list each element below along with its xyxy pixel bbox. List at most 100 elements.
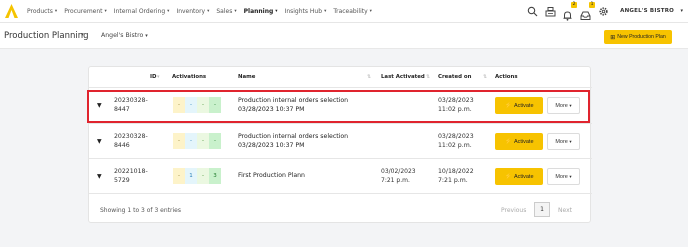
activations-bar: - 1 - 3 bbox=[173, 168, 221, 184]
activations-bar: - - - - bbox=[173, 97, 221, 113]
nav-item-insights-hub[interactable]: Insights Hub ▾ bbox=[285, 8, 327, 15]
sort-icon[interactable]: ⇅ bbox=[367, 74, 371, 80]
more-label: More bbox=[555, 173, 568, 180]
column-header-last-activated[interactable]: Last Activated bbox=[381, 74, 425, 80]
pagination-next[interactable]: Next bbox=[558, 207, 572, 214]
activate-label: Activate bbox=[513, 138, 534, 145]
activate-button[interactable]: ⚡ Activate bbox=[495, 97, 543, 114]
page-title: Production Planning bbox=[4, 31, 89, 41]
top-navigation: Products ▾ Procurement ▾ Internal Ordering… bbox=[0, 0, 688, 23]
activation-count: 1 bbox=[185, 168, 197, 184]
cash-register-icon[interactable] bbox=[545, 6, 556, 17]
chevron-down-icon[interactable]: ▾ bbox=[680, 8, 683, 14]
more-button[interactable]: More ▾ bbox=[547, 133, 580, 150]
chevron-down-icon: ▾ bbox=[569, 173, 572, 179]
activation-count: - bbox=[197, 168, 209, 184]
nav-item-planning[interactable]: Planning ▾ bbox=[244, 8, 278, 15]
activation-count: - bbox=[209, 97, 221, 113]
location-label: Angel's Bistro bbox=[101, 32, 144, 39]
chevron-down-icon: ▾ bbox=[54, 9, 58, 14]
activations-bar: - - - - bbox=[173, 133, 221, 149]
search-icon[interactable] bbox=[527, 6, 538, 17]
activation-count: - bbox=[173, 97, 185, 113]
sort-icon[interactable]: ⇅ bbox=[426, 74, 430, 80]
more-label: More bbox=[555, 138, 568, 145]
production-plans-table: ID ▾ Activations Name ⇅ Last Activated ⇅… bbox=[88, 66, 592, 223]
activation-count: - bbox=[173, 133, 185, 149]
plus-icon: ⊞ bbox=[610, 34, 616, 41]
expand-row-icon[interactable]: ▼ bbox=[97, 173, 102, 180]
plan-name[interactable]: Production internal orders selection 03/2… bbox=[238, 96, 348, 114]
bolt-icon: ⚡ bbox=[504, 103, 512, 109]
sort-desc-icon[interactable]: ▾ bbox=[157, 74, 160, 80]
more-button[interactable]: More ▾ bbox=[547, 97, 580, 114]
chevron-down-icon: ▾ bbox=[275, 9, 278, 14]
notifications-button[interactable]: 2 bbox=[562, 2, 577, 21]
new-production-plan-label: New Production Plan bbox=[617, 34, 666, 40]
bolt-icon: ⚡ bbox=[504, 139, 512, 145]
new-production-plan-button[interactable]: ⊞ New Production Plan bbox=[604, 30, 672, 44]
nav-item-sales[interactable]: Sales ▾ bbox=[216, 8, 236, 15]
plan-name[interactable]: Production internal orders selection 03/2… bbox=[238, 132, 348, 150]
plan-id: 20230328- 8446 bbox=[114, 133, 148, 149]
more-button[interactable]: More ▾ bbox=[547, 168, 580, 185]
chevron-down-icon: ▾ bbox=[167, 9, 170, 14]
chevron-down-icon: ▾ bbox=[207, 9, 210, 14]
nav-menu: Products ▾ Procurement ▾ Internal Ordering… bbox=[27, 0, 379, 23]
gear-icon[interactable] bbox=[598, 6, 609, 17]
sort-icon[interactable]: ⇅ bbox=[483, 74, 487, 80]
activation-count: - bbox=[185, 133, 197, 149]
table-row: ▼ 20230328- 8447 - - - - Production inter… bbox=[89, 88, 592, 122]
activate-button[interactable]: ⚡ Activate bbox=[495, 133, 543, 150]
plan-id: 20221018- 5729 bbox=[114, 168, 148, 184]
location-selector[interactable]: Angel's Bistro ▾ bbox=[101, 32, 148, 39]
pagination-previous[interactable]: Previous bbox=[501, 207, 526, 214]
column-header-created-on[interactable]: Created on bbox=[438, 74, 471, 80]
chevron-down-icon[interactable]: ▾ bbox=[81, 32, 84, 38]
user-menu-name[interactable]: ANGEL'S BISTRO bbox=[620, 8, 674, 14]
created-on: 03/28/2023 11:02 p.m. bbox=[438, 133, 474, 149]
last-activated: 03/02/2023 7:21 p.m. bbox=[381, 168, 416, 184]
nav-item-inventory[interactable]: Inventory ▾ bbox=[176, 8, 209, 15]
inbox-tray-icon bbox=[580, 11, 591, 20]
chevron-down-icon: ▾ bbox=[569, 138, 572, 144]
activate-button[interactable]: ⚡ Activate bbox=[495, 168, 543, 185]
created-on: 10/18/2022 7:21 p.m. bbox=[438, 168, 474, 184]
nav-item-procurement[interactable]: Procurement ▾ bbox=[64, 8, 107, 15]
bolt-icon: ⚡ bbox=[504, 174, 512, 180]
column-header-name[interactable]: Name bbox=[238, 74, 255, 80]
app-logo-icon[interactable] bbox=[5, 4, 18, 18]
column-header-activations: Activations bbox=[172, 74, 207, 80]
activation-count: 3 bbox=[209, 168, 221, 184]
page-header: Production Planning ▾ Angel's Bistro ▾ ⊞… bbox=[0, 23, 688, 49]
activate-label: Activate bbox=[513, 102, 534, 109]
chevron-down-icon: ▾ bbox=[104, 9, 107, 14]
nav-item-internal-ordering[interactable]: Internal Ordering ▾ bbox=[114, 8, 170, 15]
entries-summary: Showing 1 to 3 of 3 entries bbox=[100, 207, 181, 214]
expand-row-icon[interactable]: ▼ bbox=[97, 102, 102, 109]
nav-utilities: 2 1 ANGEL'S BISTRO ▾ bbox=[523, 0, 688, 23]
divider bbox=[89, 193, 592, 194]
chevron-down-icon: ▾ bbox=[324, 9, 327, 14]
nav-item-traceability[interactable]: Traceability ▾ bbox=[333, 8, 372, 15]
created-on: 03/28/2023 11:02 p.m. bbox=[438, 97, 474, 113]
more-label: More bbox=[555, 102, 568, 109]
chevron-down-icon: ▾ bbox=[234, 9, 237, 14]
notification-count-badge: 2 bbox=[571, 2, 577, 8]
pagination-page[interactable]: 1 bbox=[534, 202, 550, 217]
table-row: ▼ 20230328- 8446 - - - - Production inter… bbox=[89, 124, 592, 158]
bell-icon bbox=[563, 11, 572, 21]
plan-name[interactable]: First Production Plann bbox=[238, 171, 305, 180]
tray-count-badge: 1 bbox=[589, 2, 595, 8]
expand-row-icon[interactable]: ▼ bbox=[97, 138, 102, 145]
tray-button[interactable]: 1 bbox=[580, 2, 595, 20]
table-row: ▼ 20221018- 5729 - 1 - 3 First Production… bbox=[89, 159, 592, 193]
activation-count: - bbox=[209, 133, 221, 149]
activation-count: - bbox=[197, 133, 209, 149]
nav-item-products[interactable]: Products ▾ bbox=[27, 8, 57, 15]
column-header-id[interactable]: ID bbox=[150, 74, 156, 80]
plan-id: 20230328- 8447 bbox=[114, 97, 148, 113]
chevron-down-icon: ▾ bbox=[569, 102, 572, 108]
activation-count: - bbox=[197, 97, 209, 113]
chevron-down-icon: ▾ bbox=[369, 9, 372, 14]
